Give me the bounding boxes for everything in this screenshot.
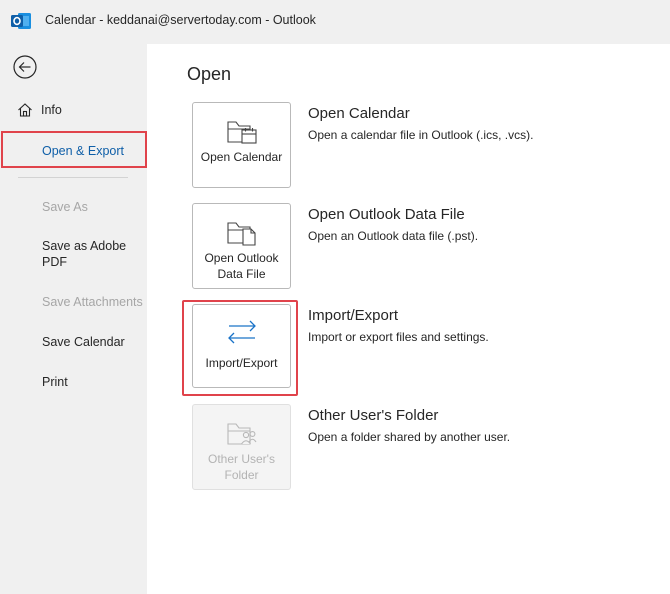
back-arrow-icon[interactable] [12,54,38,80]
home-icon [18,103,32,117]
data-file-folder-icon [226,222,256,246]
sidebar-item-label: Info [41,103,62,117]
sidebar-item-save-attachments: Save Attachments [0,294,147,310]
sidebar-item-save-calendar[interactable]: Save Calendar [0,334,147,350]
backstage-sidebar: Info Open & Export Save As Save as Adobe… [0,44,147,594]
option-title: Open Outlook Data File [308,206,465,223]
other-users-folder-button: Other User's Folder [192,404,291,490]
option-title: Open Calendar [308,105,410,122]
option-description: Import or export files and settings. [308,330,489,344]
option-title: Other User's Folder [308,407,439,424]
sidebar-item-save-as: Save As [0,199,147,215]
sidebar-item-label: Save as Adobe PDF [42,239,127,269]
option-description: Open a calendar file in Outlook (.ics, .… [308,128,534,142]
open-calendar-button[interactable]: Open Calendar [192,102,291,188]
sidebar-item-print[interactable]: Print [0,374,147,390]
outlook-logo-icon [11,13,31,29]
sidebar-item-label: Print [42,375,68,389]
sidebar-item-label: Open & Export [42,144,124,158]
title-bar: Calendar - keddanai@servertoday.com - Ou… [0,0,670,44]
open-data-file-button[interactable]: Open Outlook Data File [192,203,291,289]
option-description: Open a folder shared by another user. [308,430,511,444]
sidebar-item-open-export[interactable]: Open & Export [1,131,147,168]
main-panel: Open Open Calendar Open Calendar Open a … [147,44,670,594]
import-export-arrows-icon [227,320,256,344]
option-title: Import/Export [308,307,399,324]
sidebar-divider [18,177,128,178]
sidebar-item-label: Save As [42,200,88,214]
window-title: Calendar - keddanai@servertoday.com - Ou… [45,13,316,27]
sidebar-item-label: Save Calendar [42,335,125,349]
sidebar-item-info[interactable]: Info [0,102,147,118]
option-description: Open an Outlook data file (.pst). [308,229,479,243]
tile-label: Open Calendar [200,150,283,164]
sidebar-item-label: Save Attachments [42,295,143,309]
tile-label: Other User's Folder [208,452,275,482]
import-export-button[interactable]: Import/Export [192,304,291,388]
page-title: Open [187,64,232,84]
calendar-folder-icon [226,121,257,144]
tile-label: Open Outlook Data File [204,251,279,281]
sidebar-item-save-adobe-pdf[interactable]: Save as Adobe PDF [0,238,130,270]
tile-label: Import/Export [205,356,278,370]
shared-folder-icon [226,423,256,445]
